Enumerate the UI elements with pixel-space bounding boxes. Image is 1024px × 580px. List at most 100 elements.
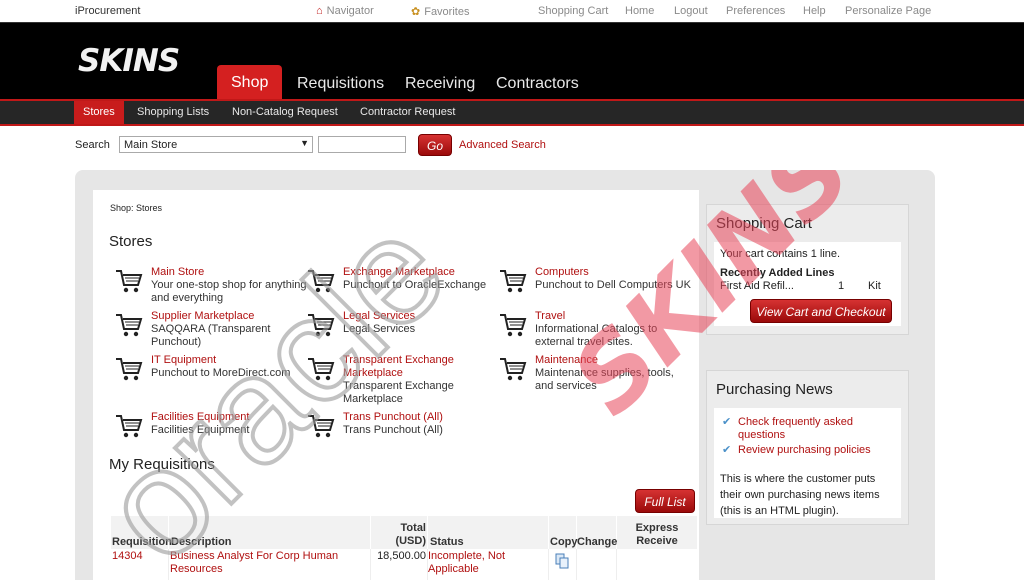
top-bar: iProcurement ⌂ Navigator ✿ Favorites Shopp…	[0, 0, 1024, 22]
skins-logo: SKINS	[78, 43, 180, 79]
store-description: Facilities Equipment	[151, 424, 250, 436]
copy-icon[interactable]	[555, 553, 569, 573]
shopping-cart-icon	[500, 358, 527, 381]
view-cart-checkout-button[interactable]: View Cart and Checkout	[750, 299, 892, 323]
shopping-cart-link[interactable]: Shopping Cart	[538, 5, 608, 17]
checkmark-icon: ✔	[722, 416, 732, 428]
store-text: Computers Punchout to Dell Computers UK	[535, 266, 695, 292]
tab-receiving[interactable]: Receiving	[405, 75, 475, 93]
shopping-cart-icon	[116, 270, 143, 293]
shopping-cart-icon	[500, 270, 527, 293]
cart-line-qty: 1	[838, 280, 845, 292]
store-description: Punchout to Dell Computers UK	[535, 279, 691, 291]
store-name-link[interactable]: Main Store	[151, 266, 311, 279]
col-header-total: Total (USD)	[395, 522, 426, 547]
store-name-link[interactable]: Computers	[535, 266, 695, 279]
col-divider	[576, 549, 577, 580]
store-name-link[interactable]: IT Equipment	[151, 354, 311, 367]
full-list-button[interactable]: Full List	[635, 489, 695, 513]
store-text: Maintenance Maintenance supplies, tools, …	[535, 354, 695, 393]
store-description: Trans Punchout (All)	[343, 424, 443, 436]
col-header-express-receive: Express Receive	[635, 522, 679, 547]
subtab-shopping-lists[interactable]: Shopping Lists	[137, 106, 209, 118]
navigator-link[interactable]: ⌂ Navigator	[316, 5, 374, 17]
my-requisitions-heading: My Requisitions	[109, 456, 215, 473]
preferences-link[interactable]: Preferences	[726, 5, 785, 17]
go-button[interactable]: Go	[418, 134, 452, 156]
checkmark-icon: ✔	[722, 444, 732, 456]
home-link[interactable]: Home	[625, 5, 654, 17]
col-divider	[370, 549, 371, 580]
shopping-cart-icon	[308, 415, 335, 438]
store-description: Transparent Exchange Marketplace	[343, 380, 454, 405]
col-divider	[548, 549, 549, 580]
store-name-link[interactable]: Maintenance	[535, 354, 695, 367]
header: SKINS Shop Requisitions Receiving Contra…	[0, 22, 1024, 100]
shopping-cart-icon	[116, 314, 143, 337]
purchasing-news-title: Purchasing News	[716, 381, 833, 398]
stores-heading: Stores	[109, 233, 153, 250]
shopping-cart-icon	[116, 415, 143, 438]
requisition-description-link[interactable]: Business Analyst For Corp Human Resource…	[170, 550, 365, 576]
requisition-status-link[interactable]: Incomplete, Not Applicable	[428, 550, 543, 576]
advanced-search-link[interactable]: Advanced Search	[459, 139, 546, 151]
requisition-number-link[interactable]: 14304	[112, 550, 143, 563]
logout-link[interactable]: Logout	[674, 5, 708, 17]
shopping-cart-title: Shopping Cart	[716, 215, 812, 232]
store-text: IT Equipment Punchout to MoreDirect.com	[151, 354, 311, 380]
store-name-link[interactable]: Travel	[535, 310, 695, 323]
shopping-cart-icon	[308, 314, 335, 337]
divider	[0, 124, 1024, 126]
cart-line-uom: Kit	[868, 280, 881, 292]
store-description: Punchout to OracleExchange	[343, 279, 487, 291]
search-input[interactable]	[318, 136, 406, 153]
cart-line-item: First Aid Refil...	[720, 280, 794, 292]
shopping-cart-icon	[116, 358, 143, 381]
col-header-description: Description	[171, 536, 232, 548]
cart-summary: Your cart contains 1 line.	[720, 248, 841, 260]
home-icon: ⌂	[316, 5, 323, 17]
shopping-cart-icon	[308, 270, 335, 293]
store-description: SAQQARA (Transparent Punchout)	[151, 323, 271, 348]
store-text: Transparent Exchange Marketplace Transpar…	[343, 354, 503, 406]
store-text: Legal Services Legal Services	[343, 310, 503, 336]
personalize-page-link[interactable]: Personalize Page	[845, 5, 931, 17]
store-name-link[interactable]: Legal Services	[343, 310, 503, 323]
purchasing-policies-link[interactable]: ✔ Review purchasing policies	[722, 444, 892, 457]
requisition-total: 18,500.00	[377, 550, 426, 562]
col-header-requisition: Requisition	[112, 536, 172, 548]
store-name-link[interactable]: Supplier Marketplace	[151, 310, 311, 323]
chevron-down-icon: ▼	[300, 138, 309, 148]
subtab-non-catalog-request[interactable]: Non-Catalog Request	[232, 106, 338, 118]
favorites-link[interactable]: ✿ Favorites	[411, 5, 469, 18]
store-description: Informational Catalogs to external trave…	[535, 323, 658, 348]
col-header-status: Status	[430, 536, 464, 548]
shopping-cart-icon	[308, 358, 335, 381]
subtab-stores[interactable]: Stores	[74, 101, 124, 124]
tab-contractors[interactable]: Contractors	[496, 75, 579, 93]
col-divider	[168, 549, 169, 580]
tab-shop[interactable]: Shop	[217, 65, 283, 100]
faq-link[interactable]: ✔ Check frequently asked questions	[722, 416, 882, 442]
store-text: Travel Informational Catalogs to external…	[535, 310, 695, 349]
store-name-link[interactable]: Transparent Exchange Marketplace	[343, 354, 503, 380]
store-name-link[interactable]: Exchange Marketplace	[343, 266, 503, 279]
store-text: Facilities Equipment Facilities Equipment	[151, 411, 311, 437]
help-link[interactable]: Help	[803, 5, 826, 17]
subtab-contractor-request[interactable]: Contractor Request	[360, 106, 455, 118]
tab-requisitions[interactable]: Requisitions	[297, 75, 384, 93]
shopping-cart-icon	[500, 314, 527, 337]
purchasing-news-text: This is where the customer puts their ow…	[720, 473, 880, 517]
store-name-link[interactable]: Trans Punchout (All)	[343, 411, 503, 424]
store-select[interactable]: Main Store ▼	[119, 136, 313, 153]
favorites-icon: ✿	[411, 6, 421, 18]
store-name-link[interactable]: Facilities Equipment	[151, 411, 311, 424]
store-description: Punchout to MoreDirect.com	[151, 367, 291, 379]
recently-added-heading: Recently Added Lines	[720, 267, 835, 279]
col-header-copy: Copy	[550, 536, 578, 548]
search-label: Search	[75, 139, 110, 151]
store-text: Trans Punchout (All) Trans Punchout (All)	[343, 411, 503, 437]
sub-nav: Stores Shopping Lists Non-Catalog Reques…	[0, 99, 1024, 124]
store-description: Maintenance supplies, tools, and service…	[535, 367, 674, 392]
search-bar: Search Main Store ▼ Go Advanced Search	[0, 134, 1024, 160]
